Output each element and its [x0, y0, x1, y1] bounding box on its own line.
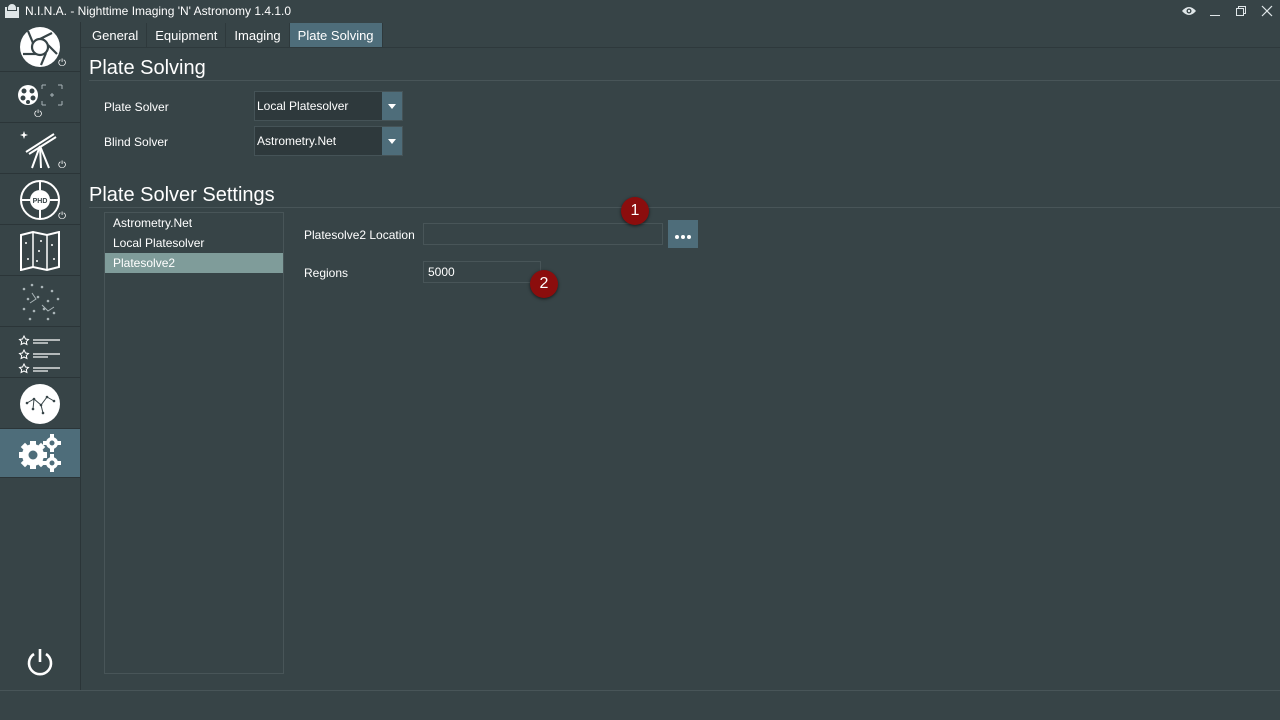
sky-atlas-map-icon: [20, 230, 60, 271]
close-icon[interactable]: [1254, 0, 1280, 22]
regions-input[interactable]: 5000: [423, 261, 541, 283]
tab-equipment[interactable]: Equipment: [147, 23, 227, 47]
sidebar-item-sky-atlas[interactable]: [0, 226, 80, 276]
regions-label: Regions: [304, 266, 349, 280]
title-bar: N.I.N.A. - Nighttime Imaging 'N' Astrono…: [0, 0, 1280, 22]
window-title: N.I.N.A. - Nighttime Imaging 'N' Astrono…: [25, 4, 292, 18]
sidebar-item-settings[interactable]: [0, 429, 80, 478]
sky-constellation-icon: [20, 383, 60, 424]
phd-guider-icon: PHD: [20, 179, 60, 220]
blind-solver-select[interactable]: Astrometry.Net: [254, 126, 403, 156]
plate-solver-settings-title: Plate Solver Settings: [89, 184, 275, 206]
annotation-badge: 2: [530, 270, 558, 298]
tab-imaging[interactable]: Imaging: [226, 23, 290, 47]
solver-list: Astrometry.Net Local Platesolver Plateso…: [104, 212, 284, 674]
blind-solver-value: Astrometry.Net: [257, 134, 337, 148]
plate-solver-select[interactable]: Local Platesolver: [254, 91, 403, 121]
plate-solver-label: Plate Solver: [104, 100, 169, 114]
ellipsis-icon: [675, 235, 679, 239]
sequence-list-icon: [18, 334, 60, 373]
plate-solving-title: Plate Solving: [89, 57, 206, 79]
restore-icon[interactable]: [1228, 0, 1254, 22]
window-controls: [1176, 0, 1280, 22]
sidebar-item-filter-focus[interactable]: ⏻: [0, 73, 80, 123]
chevron-down-icon[interactable]: [382, 92, 402, 120]
list-item[interactable]: Local Platesolver: [105, 233, 283, 253]
status-bar: [0, 690, 1280, 720]
sidebar-item-sky[interactable]: [0, 379, 80, 429]
framing-stars-icon: [22, 283, 60, 320]
telescope-icon: [20, 130, 57, 168]
svg-text:PHD: PHD: [33, 198, 48, 205]
shutdown-button[interactable]: [0, 637, 80, 687]
sidebar-item-guider[interactable]: PHD ⏻: [0, 175, 80, 225]
annotation-badge: 1: [621, 197, 649, 225]
minimize-icon[interactable]: [1202, 0, 1228, 22]
camera-aperture-icon: [20, 26, 60, 67]
platesolve2-location-input[interactable]: [423, 223, 663, 245]
power-status-icon: ⏻: [58, 211, 66, 222]
list-item[interactable]: Astrometry.Net: [105, 213, 283, 233]
section-divider: [89, 207, 1280, 208]
list-item[interactable]: Platesolve2: [105, 253, 283, 273]
blind-solver-label: Blind Solver: [104, 135, 169, 149]
app-observatory-icon: [3, 3, 21, 19]
power-status-icon: ⏻: [58, 58, 66, 69]
tab-divider: [81, 47, 1280, 48]
options-tabs: General Equipment Imaging Plate Solving: [84, 23, 383, 47]
plate-solver-value: Local Platesolver: [257, 99, 349, 113]
sidebar-item-framing[interactable]: [0, 277, 80, 327]
power-status-icon: ⏻: [34, 109, 42, 120]
sidebar: ⏻ ⏻ ⏻ PHD ⏻: [0, 22, 81, 690]
platesolve2-location-label: Platesolve2 Location: [304, 228, 415, 242]
power-icon: [27, 649, 53, 676]
tab-plate-solving[interactable]: Plate Solving: [289, 23, 383, 47]
sidebar-item-telescope[interactable]: ⏻: [0, 124, 80, 174]
settings-gears-icon: [19, 434, 61, 472]
power-status-icon: ⏻: [58, 160, 66, 171]
sidebar-item-sequence[interactable]: [0, 328, 80, 378]
tab-general[interactable]: General: [84, 23, 148, 47]
sidebar-item-camera[interactable]: ⏻: [0, 22, 80, 72]
chevron-down-icon[interactable]: [382, 127, 402, 155]
eye-icon[interactable]: [1176, 0, 1202, 22]
browse-button[interactable]: [668, 220, 698, 248]
section-divider: [89, 80, 1280, 81]
